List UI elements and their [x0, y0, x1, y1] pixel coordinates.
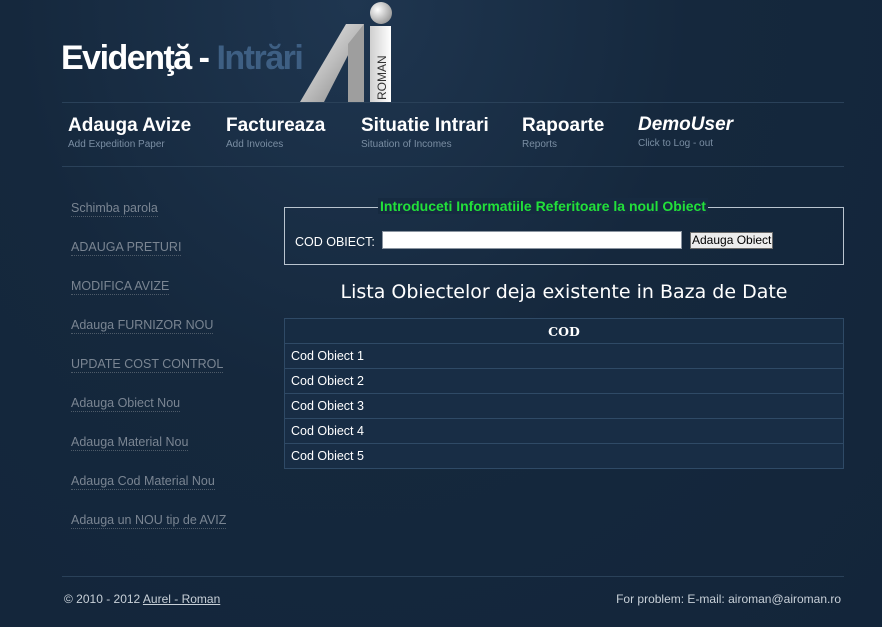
logout-hint: Click to Log - out: [638, 138, 714, 149]
table-row: Cod Obiect 3: [284, 393, 844, 419]
table-row: Cod Obiect 4: [284, 418, 844, 444]
table-cell: Cod Obiect 1: [284, 343, 844, 369]
table-cell: Cod Obiect 3: [284, 393, 844, 419]
nav-label[interactable]: Adauga Avize: [68, 114, 191, 138]
sidebar-link-schimba-parola[interactable]: Schimba parola: [71, 200, 158, 217]
nav-rapoarte[interactable]: Rapoarte Reports: [522, 114, 604, 152]
nav-user-logout[interactable]: DemoUser Click to Log - out: [638, 113, 733, 151]
site-title-main: Evidenţă -: [61, 39, 217, 77]
nav-sublabel: Add Expedition Paper: [68, 139, 165, 150]
user-name[interactable]: DemoUser: [638, 113, 733, 137]
sidebar-link-adauga-obiect[interactable]: Adauga Obiect Nou: [71, 395, 181, 412]
footer-divider: [62, 576, 844, 577]
list-heading: Lista Obiectelor deja existente in Baza …: [340, 281, 788, 303]
sidebar-link-adauga-cod-material[interactable]: Adauga Cod Material Nou: [71, 473, 215, 490]
nav-sublabel: Situation of Incomes: [361, 139, 452, 150]
adauga-obiect-button[interactable]: Adauga Obiect: [690, 232, 774, 249]
nav-label[interactable]: Situatie Intrari: [361, 114, 489, 138]
table-row: Cod Obiect 5: [284, 443, 844, 469]
nav-sublabel: Add Invoices: [226, 139, 284, 150]
author-link[interactable]: Aurel - Roman: [143, 592, 220, 606]
nav-label[interactable]: Rapoarte: [522, 114, 604, 138]
column-header-cod: COD: [284, 318, 844, 344]
logo-text: ROMAN: [375, 55, 389, 100]
ai-roman-logo: ROMAN: [300, 2, 392, 102]
nav-factureaza[interactable]: Factureaza Add Invoices: [226, 114, 325, 152]
site-title: Evidenţă - Intrări: [61, 36, 304, 80]
nav-adauga-avize[interactable]: Adauga Avize Add Expedition Paper: [68, 114, 191, 152]
sidebar-link-adauga-material[interactable]: Adauga Material Nou: [71, 434, 189, 451]
header-divider: [62, 102, 844, 103]
table-cell: Cod Obiect 4: [284, 418, 844, 444]
table-cell: Cod Obiect 2: [284, 368, 844, 394]
nav-label[interactable]: Factureaza: [226, 114, 325, 138]
sidebar-link-update-cost-control[interactable]: UPDATE COST CONTROL: [71, 356, 224, 373]
nav-sublabel: Reports: [522, 139, 558, 150]
site-title-accent: Intrări: [216, 39, 303, 77]
nav-divider: [62, 166, 844, 167]
cod-obiect-label: COD OBIECT:: [295, 235, 375, 249]
table-row: Cod Obiect 2: [284, 368, 844, 394]
footer-copyright: © 2010 - 2012 Aurel - Roman: [64, 592, 220, 606]
table-row: Cod Obiect 1: [284, 343, 844, 369]
objects-table: COD Cod Obiect 1 Cod Obiect 2 Cod Obiect…: [284, 318, 844, 469]
table-header-row: COD: [284, 318, 844, 344]
sidebar-link-adauga-tip-aviz[interactable]: Adauga un NOU tip de AVIZ: [71, 512, 227, 529]
footer-contact: For problem: E-mail: airoman@airoman.ro: [616, 592, 841, 606]
fieldset-legend: Introduceti Informatiile Referitoare la …: [378, 198, 708, 214]
copyright-text: © 2010 - 2012: [64, 592, 143, 606]
cod-obiect-input[interactable]: [382, 231, 682, 249]
table-cell: Cod Obiect 5: [284, 443, 844, 469]
sidebar-link-modifica-avize[interactable]: MODIFICA AVIZE: [71, 278, 170, 295]
sidebar-link-adauga-preturi[interactable]: ADAUGA PRETURI: [71, 239, 182, 256]
sidebar-link-adauga-furnizor[interactable]: Adauga FURNIZOR NOU: [71, 317, 214, 334]
nav-situatie-intrari[interactable]: Situatie Intrari Situation of Incomes: [361, 114, 489, 152]
